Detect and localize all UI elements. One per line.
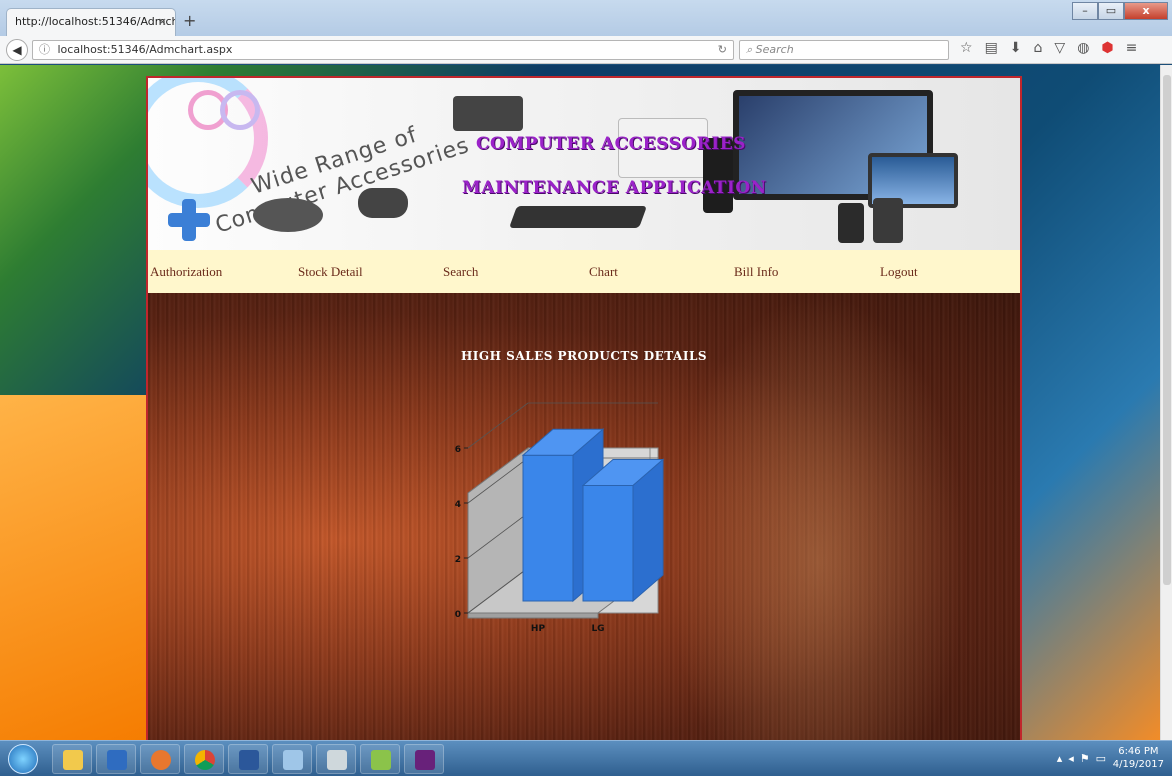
x-tick-label: LG (591, 624, 604, 634)
browser-titlebar: http://localhost:51346/Admchart × + – ▭ … (0, 0, 1172, 36)
new-tab-button[interactable]: + (183, 11, 196, 30)
y-tick-label: 6 (455, 445, 461, 455)
site-title-line2: MAINTENANCE APPLICATION (462, 178, 767, 198)
chrome-icon (195, 750, 215, 770)
browser-navbar: ◀ ⓘ localhost:51346/Admchart.aspx ↻ ⌕ Se… (0, 36, 1172, 64)
page-scrollbar[interactable] (1160, 65, 1172, 740)
visual-studio-icon (415, 750, 435, 770)
menu-chart[interactable]: Chart (589, 264, 734, 280)
search-placeholder: Search (755, 43, 794, 56)
y-tick-label: 4 (455, 500, 461, 510)
sales-chart: 0 2 4 6 HP LG (448, 393, 728, 653)
menu-stock-detail[interactable]: Stock Detail (298, 264, 443, 280)
menu-search[interactable]: Search (443, 264, 589, 280)
info-icon[interactable]: ⓘ (39, 43, 50, 56)
taskbar-snipping[interactable] (272, 744, 312, 774)
minimize-button[interactable]: – (1072, 2, 1098, 20)
download-icon[interactable]: ⬇ (1010, 40, 1022, 56)
taskbar-word[interactable] (228, 744, 268, 774)
scrollbar-thumb[interactable] (1163, 75, 1171, 585)
taskbar-app[interactable] (316, 744, 356, 774)
search-icon: ⌕ (746, 43, 753, 56)
x-tick-label: HP (531, 624, 546, 634)
snipping-tool-icon (283, 750, 303, 770)
url-bar[interactable]: ⓘ localhost:51346/Admchart.aspx ↻ (32, 40, 734, 60)
shield-icon[interactable]: ⬢ (1101, 40, 1113, 56)
tab-close-icon[interactable]: × (158, 9, 167, 35)
window-controls: – ▭ x (1072, 2, 1168, 20)
site-banner: Wide Range of Computer Accessories COMPU… (148, 78, 1020, 250)
paint-icon (371, 750, 391, 770)
menu-icon[interactable]: ≡ (1126, 40, 1138, 56)
taskbar: ▴◂⚑▭ 6:46 PM 4/19/2017 (0, 740, 1172, 776)
word-icon (239, 750, 259, 770)
scanner-image (453, 96, 523, 131)
taskbar-visual-studio[interactable] (404, 744, 444, 774)
banner-ring (220, 90, 260, 130)
taskbar-outlook[interactable] (96, 744, 136, 774)
home-icon[interactable]: ⌂ (1034, 40, 1043, 56)
start-button[interactable] (8, 744, 38, 774)
site-title-line1: COMPUTER ACCESSORIES (476, 134, 746, 154)
reading-list-icon[interactable]: ▤ (985, 40, 998, 56)
menu-logout[interactable]: Logout (880, 264, 980, 280)
globe-icon[interactable]: ◍ (1077, 40, 1089, 56)
chart-floor-edge (467, 612, 599, 619)
clock-date: 4/19/2017 (1112, 759, 1164, 770)
taskbar-chrome[interactable] (184, 744, 224, 774)
content-area: HIGH SALES PRODUCTS DETAILS 0 2 4 6 HP LG (148, 293, 1020, 742)
bookmark-star-icon[interactable]: ☆ (960, 40, 973, 56)
gridline-diagonal (467, 402, 529, 449)
tray-icons[interactable]: ▴◂⚑▭ (1057, 752, 1112, 765)
maximize-button[interactable]: ▭ (1098, 2, 1124, 20)
taskbar-paint[interactable] (360, 744, 400, 774)
bar-front (522, 454, 574, 602)
back-arrow-icon[interactable]: ◀ (6, 39, 28, 61)
taskbar-firefox[interactable] (140, 744, 180, 774)
site-container: Wide Range of Computer Accessories COMPU… (146, 76, 1022, 744)
reload-icon[interactable]: ↻ (718, 41, 727, 59)
taskbar-explorer[interactable] (52, 744, 92, 774)
tab-title: http://localhost:51346/Admchart (15, 15, 175, 28)
chart-svg: 0 2 4 6 HP LG (455, 402, 665, 634)
main-menu: Authorization Stock Detail Search Chart … (148, 250, 1020, 293)
gamepad-image (358, 188, 408, 218)
speaker-image (873, 198, 903, 243)
search-input[interactable]: ⌕ Search (739, 40, 949, 60)
wallpaper-accent (0, 395, 160, 740)
keyboard-image (508, 206, 648, 228)
cross-logo-image (182, 199, 196, 241)
close-window-button[interactable]: x (1124, 2, 1168, 20)
y-tick-label: 0 (455, 610, 461, 620)
url-text: localhost:51346/Admchart.aspx (57, 43, 233, 56)
y-tick-label: 2 (455, 555, 461, 565)
menu-authorization[interactable]: Authorization (150, 264, 298, 280)
app-icon (327, 750, 347, 770)
clock-time: 6:46 PM (1118, 746, 1159, 757)
firefox-icon (151, 750, 171, 770)
clock[interactable]: 6:46 PM 4/19/2017 (1113, 745, 1164, 771)
browser-tab[interactable]: http://localhost:51346/Admchart × (6, 8, 176, 36)
speaker-image (838, 203, 864, 243)
laptop-cooler-image (253, 198, 323, 232)
toolbar-icons: ☆ ▤ ⬇ ⌂ ▽ ◍ ⬢ ≡ (960, 40, 1137, 56)
outlook-icon (107, 750, 127, 770)
folder-icon (63, 750, 83, 770)
page-heading: HIGH SALES PRODUCTS DETAILS (460, 349, 708, 363)
bar-front (582, 485, 634, 602)
menu-bill-info[interactable]: Bill Info (734, 264, 880, 280)
pocket-icon[interactable]: ▽ (1054, 40, 1065, 56)
